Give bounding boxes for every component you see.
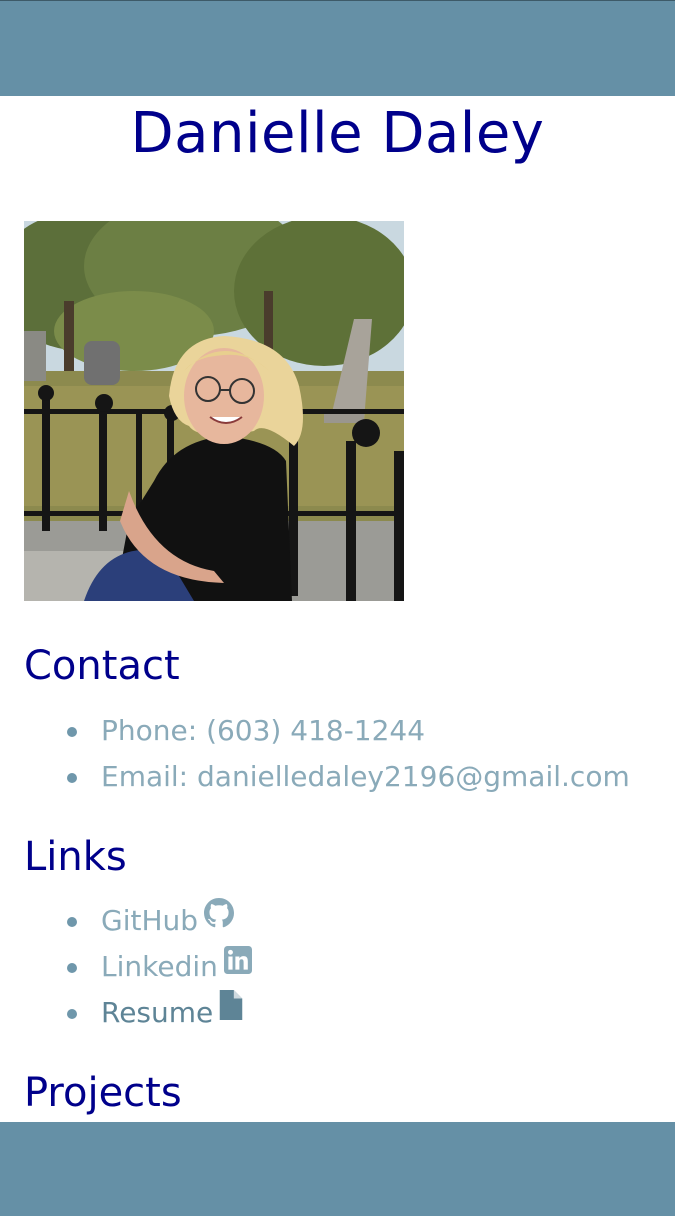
links-heading: Links bbox=[24, 834, 127, 880]
file-icon[interactable] bbox=[219, 988, 243, 1034]
link-github[interactable]: GitHub bbox=[0, 898, 252, 944]
contact-email[interactable]: Email: danielledaley2196@gmail.com bbox=[0, 754, 630, 800]
link-github-label[interactable]: GitHub bbox=[101, 904, 198, 937]
bottom-banner bbox=[0, 1122, 675, 1216]
link-resume[interactable]: Resume bbox=[0, 990, 252, 1036]
linkedin-icon[interactable] bbox=[223, 942, 252, 988]
links-list: GitHub Linkedin Resume bbox=[0, 898, 252, 1036]
contact-heading: Contact bbox=[24, 643, 180, 689]
link-linkedin[interactable]: Linkedin bbox=[0, 944, 252, 990]
github-icon[interactable] bbox=[204, 896, 235, 942]
projects-heading: Projects bbox=[24, 1070, 182, 1116]
contact-list: Phone: (603) 418-1244 Email: danielledal… bbox=[0, 708, 630, 800]
top-banner bbox=[0, 0, 675, 96]
link-linkedin-label[interactable]: Linkedin bbox=[101, 950, 218, 983]
profile-photo bbox=[24, 221, 404, 601]
page-title: Danielle Daley bbox=[130, 101, 545, 166]
link-resume-label[interactable]: Resume bbox=[101, 996, 213, 1029]
contact-phone: Phone: (603) 418-1244 bbox=[0, 708, 630, 754]
